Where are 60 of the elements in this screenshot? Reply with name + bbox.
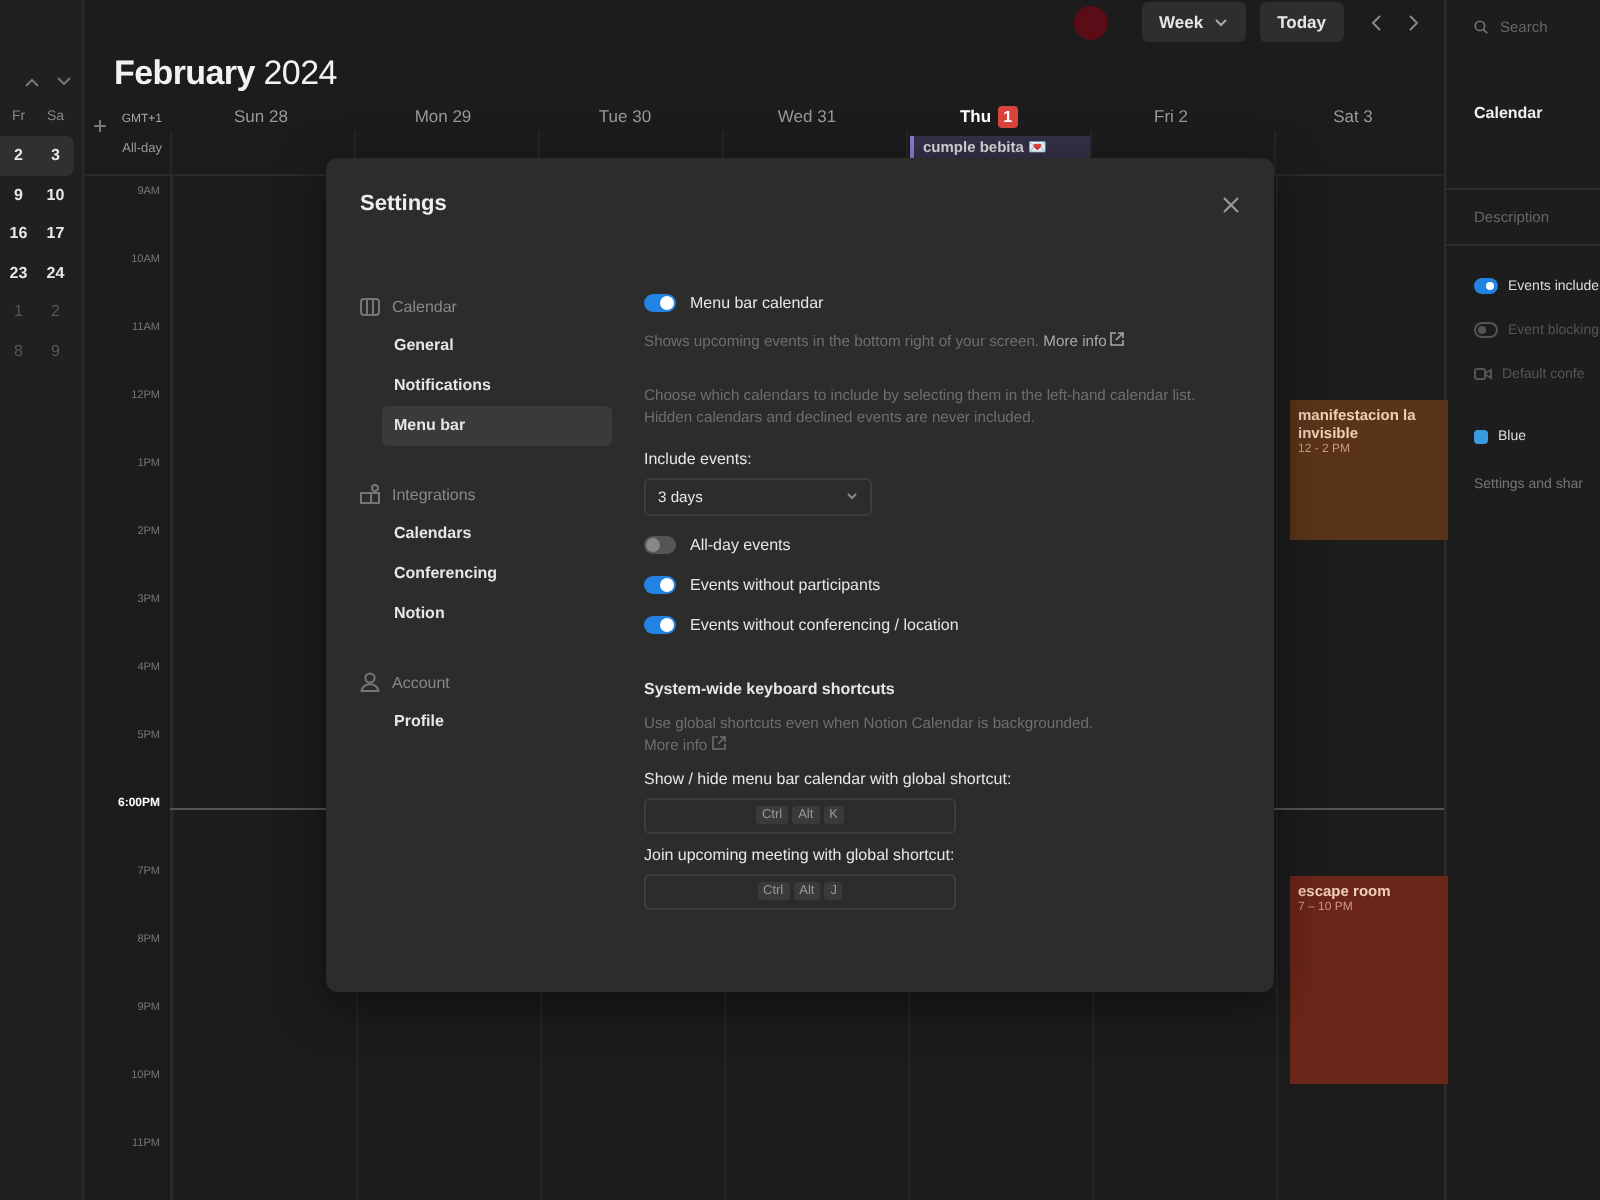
day-label: Wed 31 (777, 106, 837, 126)
dialog-title: Settings (360, 192, 447, 216)
today-button[interactable]: Today (1259, 2, 1344, 42)
day-label: Mon 29 (414, 106, 472, 126)
nav-section-label: Calendar (392, 297, 457, 315)
day-number[interactable]: 3 (37, 146, 74, 165)
nav-item[interactable]: Conferencing (382, 554, 612, 594)
close-icon[interactable] (1222, 195, 1240, 213)
nav-item[interactable]: Calendars (382, 514, 612, 554)
field-label: Include events: (644, 449, 754, 467)
day-number[interactable]: 9 (0, 185, 37, 204)
next-icon[interactable] (1408, 13, 1420, 31)
day-label: Sun 28 (234, 106, 288, 126)
calendar-icon (360, 297, 380, 315)
toggle-label: Events without conferencing / location (690, 616, 959, 634)
nav-item[interactable]: Notion (382, 594, 612, 634)
toggle-label: Menu bar calendar (690, 293, 824, 311)
day-label: Thu (959, 106, 992, 126)
toggle-switch[interactable] (1474, 322, 1498, 338)
chevron-down-icon[interactable] (56, 76, 72, 88)
chevron-up-icon[interactable] (24, 76, 40, 88)
plus-icon[interactable] (94, 120, 106, 132)
day-number[interactable]: 10 (37, 185, 74, 204)
day-number[interactable]: 23 (0, 263, 37, 282)
month-title: February 2024 (114, 54, 337, 94)
day-number[interactable]: 24 (37, 263, 74, 282)
nav-item[interactable]: Menu bar (382, 406, 612, 446)
nav-section-label: Integrations (392, 485, 476, 503)
external-link-icon (1110, 332, 1125, 346)
toggle-switch[interactable] (644, 616, 676, 634)
view-dropdown[interactable]: Week (1141, 2, 1246, 42)
section-title: System-wide keyboard shortcuts (644, 679, 897, 697)
day-label: Sat 3 (1333, 106, 1373, 126)
toggle-switch[interactable] (644, 293, 676, 311)
nav-item[interactable]: Profile (382, 702, 612, 742)
caret-icon (1213, 17, 1228, 27)
external-link-icon (711, 736, 726, 750)
panel-title: Calendar (1474, 104, 1545, 122)
nav-item[interactable]: General (382, 326, 612, 366)
day-label: Tue 30 (598, 106, 652, 126)
selected-week-row[interactable]: 2 3 (0, 136, 74, 175)
search-icon (1474, 17, 1488, 35)
day-number[interactable]: 16 (0, 224, 37, 243)
field-label: Join upcoming meeting with global shortcut: (644, 845, 957, 863)
previous-icon[interactable] (1370, 13, 1382, 31)
person-icon (360, 672, 380, 692)
field-label: Show / hide menu bar calendar with global shortcut: (644, 769, 1014, 787)
date-badge: 1 (997, 105, 1019, 127)
blocks-icon (360, 484, 380, 504)
toggle-switch[interactable] (644, 536, 676, 554)
toggle-label: All-day events (690, 536, 791, 554)
toggle-label: Events without participants (690, 576, 881, 594)
toggle-switch[interactable] (1474, 278, 1498, 294)
day-number[interactable]: 17 (37, 224, 74, 243)
nav-item[interactable]: Notifications (382, 366, 612, 406)
toggle-switch[interactable] (644, 576, 676, 594)
day-label: Fri 2 (1154, 106, 1188, 126)
caret-icon (846, 492, 858, 500)
day-number[interactable]: 2 (0, 146, 37, 165)
nav-section-label: Account (392, 673, 450, 691)
